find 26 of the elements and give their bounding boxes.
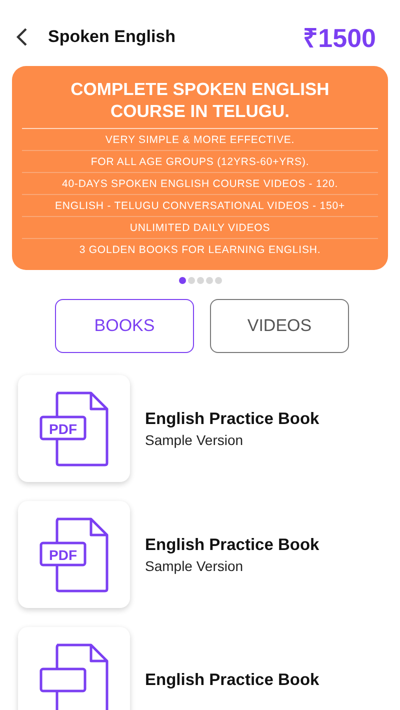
book-title: English Practice Book xyxy=(145,536,320,554)
pdf-file-icon xyxy=(39,642,109,710)
tab[interactable]: BOOKS xyxy=(55,299,194,353)
pager-dot[interactable] xyxy=(188,277,194,284)
feature-text: UNLIMITED DAILY VIDEOS xyxy=(130,222,270,234)
book-card[interactable]: PDF xyxy=(18,375,130,482)
pager-dot[interactable] xyxy=(196,277,204,284)
pager-dot[interactable] xyxy=(206,277,212,284)
feature-text: FOR ALL AGE GROUPS (12YRS-60+YRS). xyxy=(90,156,310,168)
back-icon[interactable] xyxy=(16,27,28,47)
feature-text: VERY SIMPLE & MORE EFFECTIVE. xyxy=(105,134,295,146)
book-subtitle: Sample Version xyxy=(145,558,244,574)
book-card[interactable]: PDF xyxy=(18,501,130,608)
pager-dot[interactable] xyxy=(178,277,186,284)
banner-heading: COMPLETE SPOKEN ENGLISH COURSE IN TELUGU. xyxy=(22,78,378,129)
book-subtitle: Sample Version xyxy=(145,432,244,448)
feature-text: 40-DAYS SPOKEN ENGLISH COURSE VIDEOS - 120. xyxy=(62,178,338,190)
page-title: Spoken English xyxy=(48,27,177,47)
tab[interactable]: VIDEOS xyxy=(210,299,349,353)
book-card[interactable] xyxy=(18,627,130,710)
price: ₹1500 xyxy=(303,22,376,55)
book-title: English Practice Book xyxy=(145,410,320,428)
feature-text: 3 GOLDEN BOOKS FOR LEARNING ENGLISH. xyxy=(79,244,321,256)
pager-dot[interactable] xyxy=(214,277,222,284)
book-title: English Practice Book xyxy=(145,671,320,690)
feature-text: ENGLISH - TELUGU CONVERSATIONAL VIDEOS - 150+ xyxy=(54,200,345,212)
